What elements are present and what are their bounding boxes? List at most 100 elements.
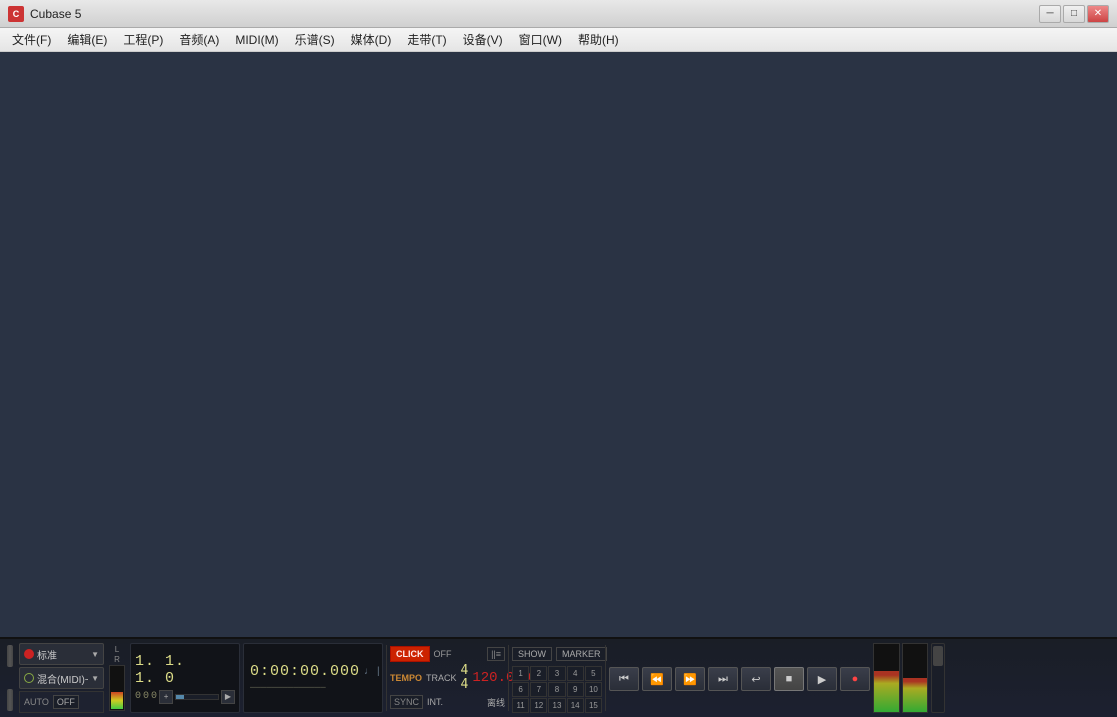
- menu-project[interactable]: 工程(P): [115, 28, 171, 51]
- click-button[interactable]: CLICK: [390, 646, 430, 662]
- menu-edit[interactable]: 编辑(E): [59, 28, 115, 51]
- marker-6[interactable]: 6: [512, 682, 529, 697]
- pos-slider[interactable]: [175, 694, 219, 700]
- record-button[interactable]: ●: [840, 667, 870, 691]
- marker-4[interactable]: 4: [567, 666, 584, 681]
- meter-label-L: L: [109, 645, 125, 654]
- track-standard-icon: [24, 649, 34, 659]
- marker-9[interactable]: 9: [567, 682, 584, 697]
- time-bar-icon: |: [377, 666, 380, 677]
- marker-13[interactable]: 13: [548, 698, 565, 713]
- right-meter-fill-L: [874, 671, 899, 712]
- sync-button[interactable]: SYNC: [390, 695, 423, 709]
- click-off-label: OFF: [434, 649, 452, 659]
- menu-media[interactable]: 媒体(D): [343, 28, 400, 51]
- time-section[interactable]: 0:00:00.000 ♩ | ──────────────: [243, 643, 383, 713]
- marker-1[interactable]: 1: [512, 666, 529, 681]
- close-button[interactable]: ✕: [1087, 5, 1109, 23]
- window-title: Cubase 5: [30, 7, 1039, 21]
- menu-devices[interactable]: 设备(V): [455, 28, 511, 51]
- transport-bar: 标准 ▼ 混合(MIDI)~ ▼ AUTO OFF L R 1. 1. 1. 0…: [0, 637, 1117, 717]
- track-standard-label: 标准: [37, 647, 88, 662]
- loop-button[interactable]: ↩: [741, 667, 771, 691]
- menu-help[interactable]: 帮助(H): [570, 28, 627, 51]
- pos-increment-btn[interactable]: +: [159, 690, 173, 704]
- separator-2: [508, 645, 509, 711]
- time-display: 0:00:00.000 ♩ |: [250, 663, 376, 680]
- marker-11[interactable]: 11: [512, 698, 529, 713]
- pos-small3: 0: [151, 691, 157, 702]
- menu-window[interactable]: 窗口(W): [511, 28, 570, 51]
- track-standard-row[interactable]: 标准 ▼: [19, 643, 104, 665]
- click-tempo-section: CLICK OFF ||≡ TEMPO TRACK 4 4 120.000 SY…: [390, 643, 505, 713]
- workspace: [0, 52, 1117, 661]
- menu-file[interactable]: 文件(F): [4, 28, 59, 51]
- separator-1: [386, 645, 387, 711]
- show-marker-section: SHOW MARKER 1 2 3 4 5 6 7 8 9 10 11 12 1…: [512, 643, 602, 713]
- marker-grid: 1 2 3 4 5 6 7 8 9 10 11 12 13 14 15: [512, 666, 602, 713]
- transport-bottom-row: ⏮ ⏪ ⏩ ⏭ ↩ ■ ▶ ●: [609, 667, 870, 691]
- time-signature: 4 4: [461, 664, 469, 693]
- pos-menu-btn[interactable]: ▶: [221, 690, 235, 704]
- right-meter-fill-R: [903, 678, 928, 712]
- meter-bar: [109, 665, 125, 711]
- window-controls: ─ □ ✕: [1039, 5, 1109, 23]
- menu-transport[interactable]: 走带(T): [399, 28, 454, 51]
- marker-7[interactable]: 7: [530, 682, 547, 697]
- menu-audio[interactable]: 音频(A): [171, 28, 227, 51]
- time-sub: ──────────────: [250, 683, 376, 693]
- transport-top-row: [609, 643, 870, 665]
- right-meter-L: [873, 643, 900, 713]
- title-bar: C Cubase 5 ─ □ ✕: [0, 0, 1117, 28]
- time-note-icon: ♩: [364, 666, 374, 677]
- marker-5[interactable]: 5: [585, 666, 602, 681]
- track-info-section: 标准 ▼ 混合(MIDI)~ ▼ AUTO OFF: [19, 643, 104, 713]
- click-right-btn[interactable]: ||≡: [487, 647, 505, 661]
- sync-offline-label: 离线: [487, 696, 505, 709]
- transport-controls-section: ⏮ ⏪ ⏩ ⏭ ↩ ■ ▶ ●: [609, 643, 870, 713]
- rewind-to-start-button[interactable]: ⏮: [609, 667, 639, 691]
- track-midi-label: 混合(MIDI)~: [37, 671, 88, 686]
- track-midi-dropdown[interactable]: ▼: [91, 674, 99, 683]
- pos-bars-digits: 1. 1. 1. 0: [135, 653, 235, 687]
- marker-button[interactable]: MARKER: [556, 647, 607, 661]
- right-meters: [873, 643, 928, 713]
- marker-15[interactable]: 15: [585, 698, 602, 713]
- meter-fill: [111, 692, 123, 709]
- marker-2[interactable]: 2: [530, 666, 547, 681]
- show-button[interactable]: SHOW: [512, 647, 552, 661]
- grip-bottom: [7, 689, 13, 711]
- forward-to-end-button[interactable]: ⏭: [708, 667, 738, 691]
- right-scroll[interactable]: [931, 643, 945, 713]
- tempo-label: TEMPO: [390, 673, 422, 683]
- auto-row: AUTO OFF: [19, 691, 104, 713]
- fast-forward-button[interactable]: ⏩: [675, 667, 705, 691]
- show-row: SHOW MARKER: [512, 643, 602, 665]
- track-standard-dropdown[interactable]: ▼: [91, 650, 99, 659]
- menu-midi[interactable]: MIDI(M): [227, 28, 286, 51]
- tempo-track-label: TRACK: [426, 673, 457, 683]
- pos-controls: 0 0 0 + ▶: [135, 690, 235, 704]
- pos-slider-thumb: [176, 695, 184, 699]
- marker-3[interactable]: 3: [548, 666, 565, 681]
- rewind-button[interactable]: ⏪: [642, 667, 672, 691]
- pos-small1: 0: [135, 691, 141, 702]
- pos-small2: 0: [143, 691, 149, 702]
- track-midi-row[interactable]: 混合(MIDI)~ ▼: [19, 667, 104, 689]
- marker-8[interactable]: 8: [548, 682, 565, 697]
- auto-label: AUTO: [24, 697, 49, 707]
- time-sig-top: 4: [461, 664, 469, 678]
- menu-score[interactable]: 乐谱(S): [287, 28, 343, 51]
- click-row: CLICK OFF ||≡: [390, 643, 505, 665]
- play-button[interactable]: ▶: [807, 667, 837, 691]
- position-section[interactable]: 1. 1. 1. 0 0 0 0 + ▶: [130, 643, 240, 713]
- marker-10[interactable]: 10: [585, 682, 602, 697]
- stop-button[interactable]: ■: [774, 667, 804, 691]
- marker-14[interactable]: 14: [567, 698, 584, 713]
- maximize-button[interactable]: □: [1063, 5, 1085, 23]
- pos-display: 1. 1. 1. 0: [135, 653, 235, 687]
- minimize-button[interactable]: ─: [1039, 5, 1061, 23]
- meter-label-R: R: [109, 655, 125, 664]
- tempo-row: TEMPO TRACK 4 4 120.000: [390, 667, 505, 689]
- marker-12[interactable]: 12: [530, 698, 547, 713]
